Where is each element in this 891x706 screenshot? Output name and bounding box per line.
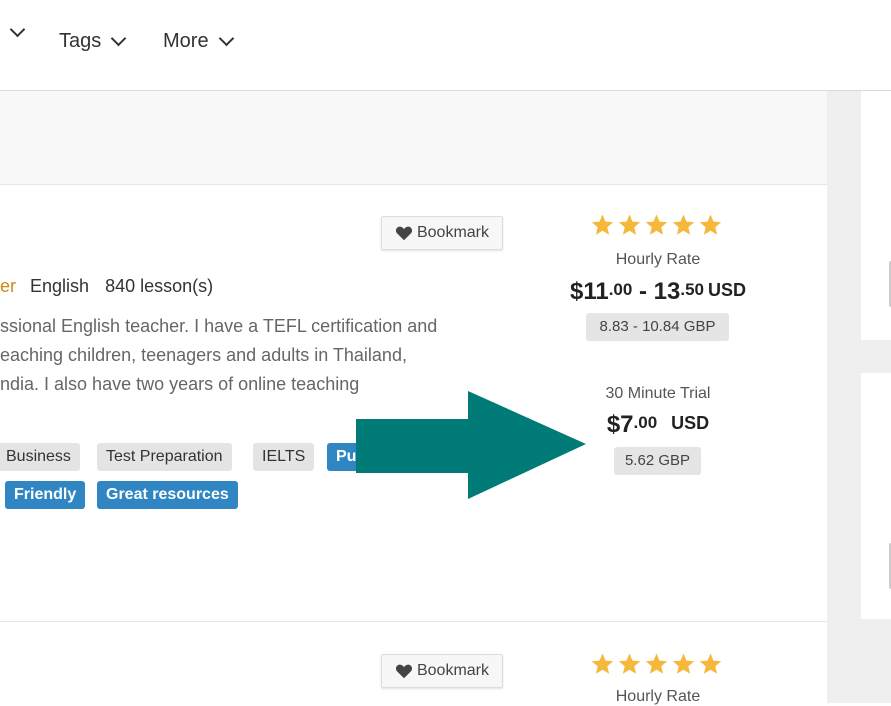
rating-stars [590,213,723,237]
tag-business[interactable]: Business [0,443,80,471]
tag-ielts[interactable]: IELTS [253,443,315,471]
hourly-gbp-badge: 8.83 - 10.84 GBP [586,313,729,341]
price-low-whole: $11 [569,278,609,305]
teacher-description: ssional English teacher. I have a TEFL c… [0,312,480,399]
lesson-count: 840 lesson(s) [105,276,214,296]
filter-band [0,91,827,185]
rating-stars [590,652,723,676]
trial-price-cents: .00 [633,413,658,432]
description-line: ssional English teacher. I have a TEFL c… [0,316,438,336]
trial-gbp-badge: 5.62 GBP [614,447,701,475]
top-navigation: Tags More [0,0,891,91]
hourly-rate-label: Hourly Rate [615,251,701,268]
star-icon [591,214,614,235]
chevron-down-icon [110,30,127,47]
teacher-level: er [0,276,17,296]
star-icon [591,653,614,674]
heart-icon [395,226,413,241]
teacher-info-line: er English 840 lesson(s) [0,276,213,297]
trial-label: 30 Minute Trial [605,385,711,402]
star-icon [672,653,695,674]
hourly-price: $11.00 - 13.50 USD [528,278,788,306]
nav-item-label: Tags [59,30,102,52]
tag-great-resources[interactable]: Great resources [97,481,238,509]
bookmark-label: Bookmark [416,662,490,679]
nav-item-tags[interactable]: Tags [59,30,127,53]
star-icon [672,214,695,235]
nav-item-partial[interactable] [0,21,26,38]
price-separator: - [632,278,654,305]
trial-price-whole: $7 [606,411,634,438]
price-high-whole: 13 [653,278,681,305]
teacher-language: English [30,276,90,296]
price-low-cents: .00 [608,280,633,299]
star-icon [645,214,668,235]
bookmark-button[interactable]: Bookmark [381,654,503,688]
star-icon [699,214,722,235]
trial-price-currency: USD [671,413,710,433]
star-icon [618,214,641,235]
nav-item-label: More [163,30,209,52]
description-line: eaching children, teenagers and adults i… [0,345,407,365]
price-high-cents: .50 [680,280,704,299]
side-card [861,373,891,619]
nav-item-more[interactable]: More [163,30,234,53]
arrow-right-icon [356,391,586,499]
side-card [861,91,891,340]
tag-test-preparation[interactable]: Test Preparation [97,443,232,471]
tag-friendly[interactable]: Friendly [5,481,86,509]
price-currency: USD [708,280,747,300]
chevron-down-icon [218,30,234,47]
card-divider [0,621,827,622]
bookmark-label: Bookmark [416,224,490,241]
heart-icon [395,664,413,679]
star-icon [645,653,668,674]
star-icon [618,653,641,674]
chevron-down-icon [9,21,26,38]
star-icon [699,653,722,674]
hourly-rate-label: Hourly Rate [615,688,701,705]
bookmark-button[interactable]: Bookmark [381,216,503,250]
